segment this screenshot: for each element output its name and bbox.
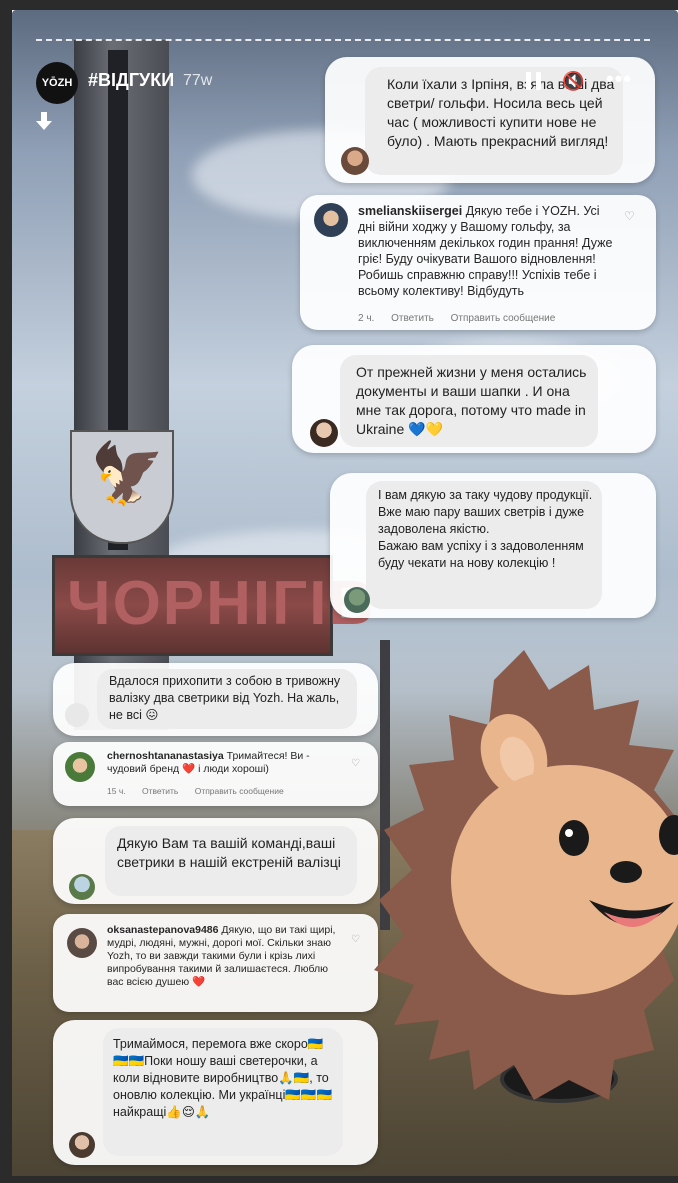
comment-card: Дякую Вам та вашій команді,ваші светрики… xyxy=(53,818,378,904)
story-time: 77w xyxy=(183,72,213,89)
avatar xyxy=(65,703,89,727)
heart-icon[interactable]: ♡ xyxy=(624,209,635,223)
comment-meta: 2 ч. Ответить Отправить сообщение xyxy=(358,313,569,324)
download-arrow-icon[interactable] xyxy=(36,112,52,138)
send-message-link[interactable]: Отправить сообщение xyxy=(195,786,284,796)
send-message-link[interactable]: Отправить сообщение xyxy=(451,313,556,324)
hedgehog-mascot-icon[interactable] xyxy=(374,650,678,1100)
username[interactable]: oksanastepanova9486 xyxy=(107,924,218,936)
eagle-emblem-icon: 🦅 xyxy=(90,440,165,507)
comment-card: Тримаймося, перемога вже скоро🇺🇦🇺🇦🇺🇦Поки… xyxy=(53,1020,378,1165)
left-border xyxy=(0,0,12,1183)
story-progress-bar xyxy=(36,39,650,43)
avatar xyxy=(310,419,338,447)
top-border xyxy=(0,0,678,10)
reply-link[interactable]: Ответить xyxy=(391,313,434,324)
avatar xyxy=(69,1132,95,1158)
avatar xyxy=(67,928,97,958)
comment-text: І вам дякую за таку чудову продукції. Вж… xyxy=(378,488,593,570)
comment-card: І вам дякую за таку чудову продукції. Вж… xyxy=(330,473,656,618)
more-icon[interactable]: ••• xyxy=(606,66,632,92)
username[interactable]: smelianskiisergei xyxy=(358,204,462,218)
comment-time: 15 ч. xyxy=(107,786,126,796)
heart-icon[interactable]: ♡ xyxy=(351,758,360,769)
avatar xyxy=(341,147,369,175)
comment-text: От прежней жизни у меня остались докумен… xyxy=(356,364,587,437)
pause-icon[interactable] xyxy=(526,72,542,90)
comment-card: smelianskiisergei Дякую тебе і YOZH. Усі… xyxy=(300,195,656,330)
heart-icon[interactable]: ♡ xyxy=(351,934,360,945)
comment-card: Вдалося прихопити з собою в тривожну вал… xyxy=(53,663,378,736)
comment-text: oksanastepanova9486 Дякую, що ви такі щи… xyxy=(107,924,347,989)
comment-text: chernoshtananastasiya Тримайтеся! Ви - ч… xyxy=(107,750,347,776)
avatar xyxy=(314,203,348,237)
reply-link[interactable]: Ответить xyxy=(142,786,178,796)
avatar xyxy=(65,752,95,782)
comment-bubble: І вам дякую за таку чудову продукції. Вж… xyxy=(366,481,602,609)
brand-avatar[interactable]: YŌZH xyxy=(36,62,78,104)
comment-meta: 15 ч. Ответить Отправить сообщение xyxy=(107,786,298,796)
comment-text: Вдалося прихопити з собою в тривожну вал… xyxy=(109,674,341,722)
comment-text: Дякую Вам та вашій команді,ваші светрики… xyxy=(117,835,341,870)
comment-card: От прежней жизни у меня остались докумен… xyxy=(292,345,656,453)
comment-bubble: Тримаймося, перемога вже скоро🇺🇦🇺🇦🇺🇦Поки… xyxy=(103,1028,343,1156)
comment-card: chernoshtananastasiya Тримайтеся! Ви - ч… xyxy=(53,742,378,806)
comment-bubble: От прежней жизни у меня остались докумен… xyxy=(340,355,598,447)
comment-bubble: Дякую Вам та вашій команді,ваші светрики… xyxy=(105,826,357,896)
bottom-border xyxy=(0,1176,678,1183)
city-emblem: 🦅 xyxy=(70,430,174,544)
comment-time: 2 ч. xyxy=(358,313,375,324)
avatar xyxy=(344,587,370,613)
comment-bubble: Вдалося прихопити з собою в тривожну вал… xyxy=(97,669,357,729)
comment-text: Тримаймося, перемога вже скоро🇺🇦🇺🇦🇺🇦Поки… xyxy=(113,1037,333,1119)
comment-text: smelianskiisergei Дякую тебе і YOZH. Усі… xyxy=(358,203,618,299)
mute-icon[interactable]: 🔇 xyxy=(562,71,584,92)
story-title[interactable]: #ВІДГУКИ xyxy=(88,70,174,91)
comment-card: oksanastepanova9486 Дякую, що ви такі щи… xyxy=(53,914,378,1012)
comment-body: Дякую тебе і YOZH. Усі дні війни ходжу у… xyxy=(358,204,613,298)
city-sign: ЧОРНІГІВ xyxy=(52,555,373,656)
username[interactable]: chernoshtananastasiya xyxy=(107,750,224,762)
avatar xyxy=(69,874,95,900)
